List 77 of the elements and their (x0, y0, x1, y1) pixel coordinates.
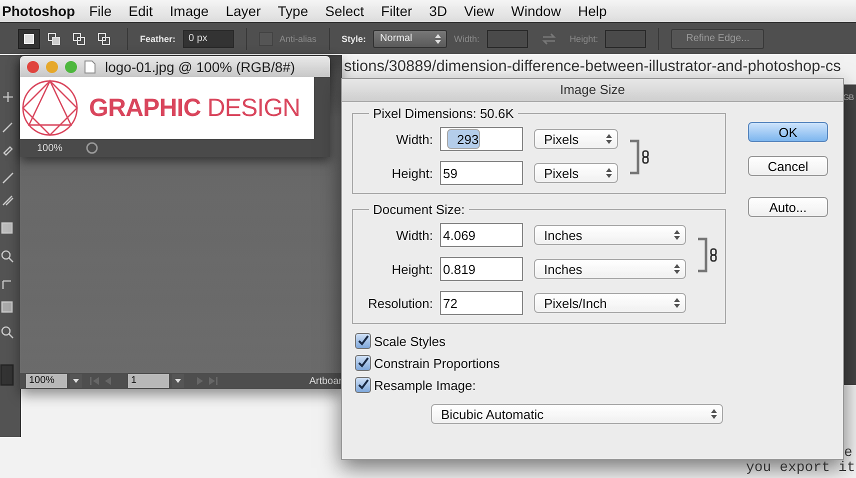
menu-item[interactable]: Edit (128, 3, 153, 19)
checkbox[interactable] (355, 377, 371, 393)
group-label: Document Size: (373, 202, 465, 217)
value-field[interactable]: 72 (440, 291, 523, 315)
menu-item[interactable]: Type (278, 3, 308, 19)
unit-select[interactable]: Inches (534, 225, 686, 245)
unit-select[interactable]: Pixels (534, 163, 618, 183)
link-bracket-icon (697, 237, 719, 273)
app-menu[interactable]: Photoshop (2, 3, 76, 19)
menu-item[interactable]: Filter (381, 3, 412, 19)
field-value: 59 (443, 166, 458, 180)
link-bracket-icon (629, 139, 651, 175)
field-label: Height: (390, 166, 433, 180)
file-size-text: 50.6K (480, 106, 514, 121)
field-label: Height: (390, 262, 433, 276)
field-value: 72 (443, 296, 458, 310)
feather-field[interactable]: 0 px (182, 30, 234, 48)
dialog-button[interactable]: Cancel (748, 156, 828, 176)
zoom-level-text: 100% (37, 142, 63, 154)
selection-mode-button[interactable] (18, 28, 40, 48)
unit-select[interactable]: Inches (534, 259, 686, 279)
window-title: logo-01.jpg @ 100% (RGB/8#) (105, 58, 296, 74)
dropdown-caret-icon[interactable] (70, 374, 82, 388)
feather-label: Feather: (140, 34, 176, 44)
menu-item[interactable]: Layer (226, 3, 261, 19)
value-field[interactable]: 4.069 (440, 223, 523, 247)
dropdown-caret-icon[interactable] (172, 374, 184, 388)
field-label: Width: (395, 228, 433, 242)
anti-alias-label: Anti-alias (280, 34, 317, 44)
unit-select[interactable]: Pixels/Inch (534, 293, 686, 313)
dialog-button[interactable]: Auto... (748, 197, 828, 217)
menu-item[interactable]: Select (325, 3, 364, 19)
resample-method-select[interactable]: Bicubic Automatic (431, 404, 723, 424)
height-label: Height: (570, 34, 598, 44)
checkbox-label: Scale Styles (374, 334, 446, 348)
squares-icon (73, 32, 85, 44)
page-url-text: stions/30889/dimension-difference-between-illustrator-and-photoshop-cs (344, 58, 841, 76)
style-label: Style: (342, 34, 366, 44)
checkbox[interactable] (355, 333, 371, 349)
menu-item[interactable]: 3D (429, 3, 448, 19)
field-value: 0.819 (443, 262, 476, 276)
artboard-number-field[interactable]: 1 (128, 374, 169, 388)
width-label: Width: (454, 34, 480, 44)
value-field[interactable]: 293 (440, 127, 523, 151)
menu-item[interactable]: Window (511, 3, 561, 19)
page-text: e (844, 446, 852, 461)
height-field[interactable] (605, 30, 646, 48)
file-icon (84, 60, 96, 74)
field-label: Resolution: (366, 296, 433, 310)
menu-item[interactable]: Help (578, 3, 607, 19)
zoom-field[interactable]: 100% (26, 374, 67, 388)
up-down-arrows-icon (435, 34, 442, 44)
dialog-button[interactable]: OK (748, 122, 828, 142)
info-icon[interactable] (84, 141, 99, 155)
checkbox[interactable] (355, 355, 371, 371)
squares-icon (98, 32, 110, 44)
squares-icon (48, 32, 60, 44)
squares-icon (23, 32, 35, 44)
close-button[interactable] (27, 60, 39, 72)
group-label: Pixel Dimensions: (373, 106, 476, 121)
menu-item[interactable]: Image (170, 3, 209, 19)
dialog-title: Image Size (560, 82, 626, 97)
status-text: Artboar (309, 376, 342, 386)
value-field[interactable]: 59 (440, 161, 523, 185)
style-select[interactable]: Normal (373, 30, 448, 48)
field-value: 293 (447, 129, 480, 149)
unit-select[interactable]: Pixels (534, 129, 618, 149)
field-label: Width: (395, 132, 433, 146)
checkbox-label: Constrain Proportions (374, 356, 500, 370)
menu-item[interactable]: File (89, 3, 112, 19)
checkbox-label: Resample Image: (374, 378, 476, 392)
logo-text: GRAPHIC DESIGN (89, 94, 300, 122)
menu-item[interactable]: View (464, 3, 494, 19)
width-field[interactable] (486, 30, 528, 48)
page-text: you export it (746, 461, 856, 476)
value-field[interactable]: 0.819 (440, 257, 523, 281)
field-value: 4.069 (443, 228, 476, 242)
